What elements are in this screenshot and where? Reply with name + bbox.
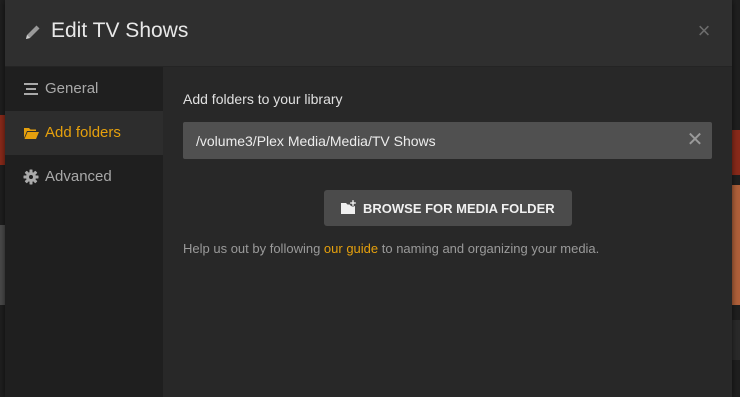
browse-button-label: BROWSE FOR MEDIA FOLDER — [363, 201, 555, 216]
background-page-right — [732, 0, 740, 397]
section-label: Add folders to your library — [183, 91, 343, 107]
sidebar-item-label: General — [45, 80, 99, 97]
folder-path-field[interactable]: /volume3/Plex Media/Media/TV Shows ✕ — [183, 122, 712, 159]
list-icon — [24, 83, 38, 95]
browse-media-folder-button[interactable]: BROWSE FOR MEDIA FOLDER — [324, 190, 572, 226]
sidebar-item-label: Add folders — [45, 124, 121, 141]
help-text-after: to naming and organizing your media. — [378, 241, 600, 256]
modal-title: Edit TV Shows — [51, 19, 189, 42]
modal-sidebar: General Add folders Advanced — [5, 67, 163, 397]
close-button[interactable]: × — [694, 20, 714, 42]
background-poster — [732, 130, 740, 175]
gear-icon — [23, 169, 39, 185]
pencil-icon — [26, 25, 40, 39]
guide-link[interactable]: our guide — [324, 241, 378, 256]
add-folders-panel: Add folders to your library /volume3/Ple… — [163, 67, 732, 397]
folder-add-icon — [341, 199, 357, 214]
sidebar-item-label: Advanced — [45, 168, 112, 185]
edit-library-modal: Edit TV Shows × General Add folders Adva… — [5, 0, 732, 397]
sidebar-item-advanced[interactable]: Advanced — [5, 155, 163, 199]
help-text: Help us out by following our guide to na… — [183, 241, 599, 256]
close-icon: ✕ — [686, 129, 704, 151]
help-text-before: Help us out by following — [183, 241, 324, 256]
remove-folder-button[interactable]: ✕ — [686, 129, 704, 151]
folder-open-icon — [24, 128, 39, 139]
folder-path-value: /volume3/Plex Media/Media/TV Shows — [196, 133, 436, 149]
close-icon: × — [697, 18, 711, 43]
sidebar-item-add-folders[interactable]: Add folders — [5, 111, 163, 155]
sidebar-item-general[interactable]: General — [5, 67, 163, 111]
modal-header: Edit TV Shows × — [5, 0, 732, 67]
background-poster — [732, 185, 740, 305]
background-poster — [732, 320, 740, 360]
